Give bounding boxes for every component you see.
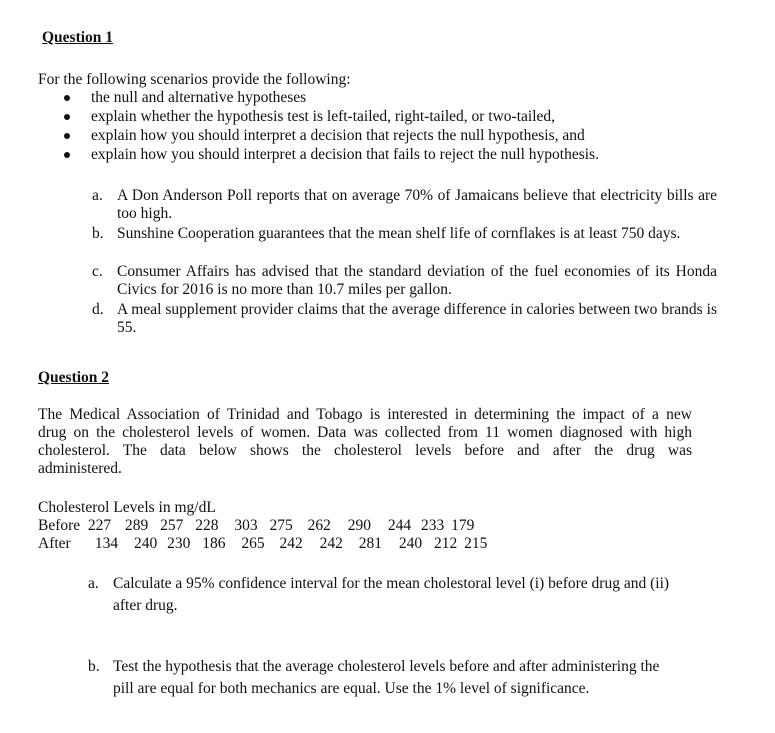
row-label: After: [38, 535, 71, 552]
data-table-title: Cholesterol Levels in mg/dL: [38, 499, 216, 516]
row-label: Before: [38, 517, 81, 534]
data-value: 242: [279, 535, 303, 552]
data-value: 233: [421, 517, 445, 534]
data-value: 262: [307, 517, 331, 534]
data-value: 134: [94, 535, 119, 552]
question-2-paragraph: The Medical Association of Trinidad and …: [38, 406, 692, 477]
bullet-icon: [64, 152, 70, 158]
data-value: 240: [398, 535, 423, 552]
data-value: 179: [451, 517, 475, 534]
data-value: 244: [387, 517, 412, 534]
question-1-heading: Question 1: [42, 29, 114, 46]
data-value: 227: [87, 517, 112, 534]
data-value: 281: [358, 535, 382, 552]
data-value: 212: [434, 535, 458, 552]
data-value: 215: [464, 535, 488, 552]
bullet-icon: [64, 95, 70, 101]
data-value: 240: [134, 535, 158, 552]
data-value: 228: [195, 517, 219, 534]
bullet-icon: [64, 114, 70, 120]
data-row-after: After 134 240 230 186 265 242 242 281 24…: [38, 535, 495, 553]
data-value: 265: [241, 535, 265, 552]
question-2-heading: Question 2: [38, 369, 110, 386]
data-value: 186: [202, 535, 226, 552]
data-value: 290: [347, 517, 371, 534]
data-value: 289: [125, 517, 149, 534]
data-value: 242: [319, 535, 343, 552]
data-row-before: Before 227 289 257 228 303 275 262 290 2…: [38, 517, 482, 535]
data-value: 257: [160, 517, 184, 534]
data-value: 275: [269, 517, 293, 534]
question-1-intro: For the following scenarios provide the …: [38, 71, 351, 88]
bullet-icon: [64, 133, 70, 139]
data-value: 303: [234, 517, 258, 534]
data-value: 230: [167, 535, 191, 552]
